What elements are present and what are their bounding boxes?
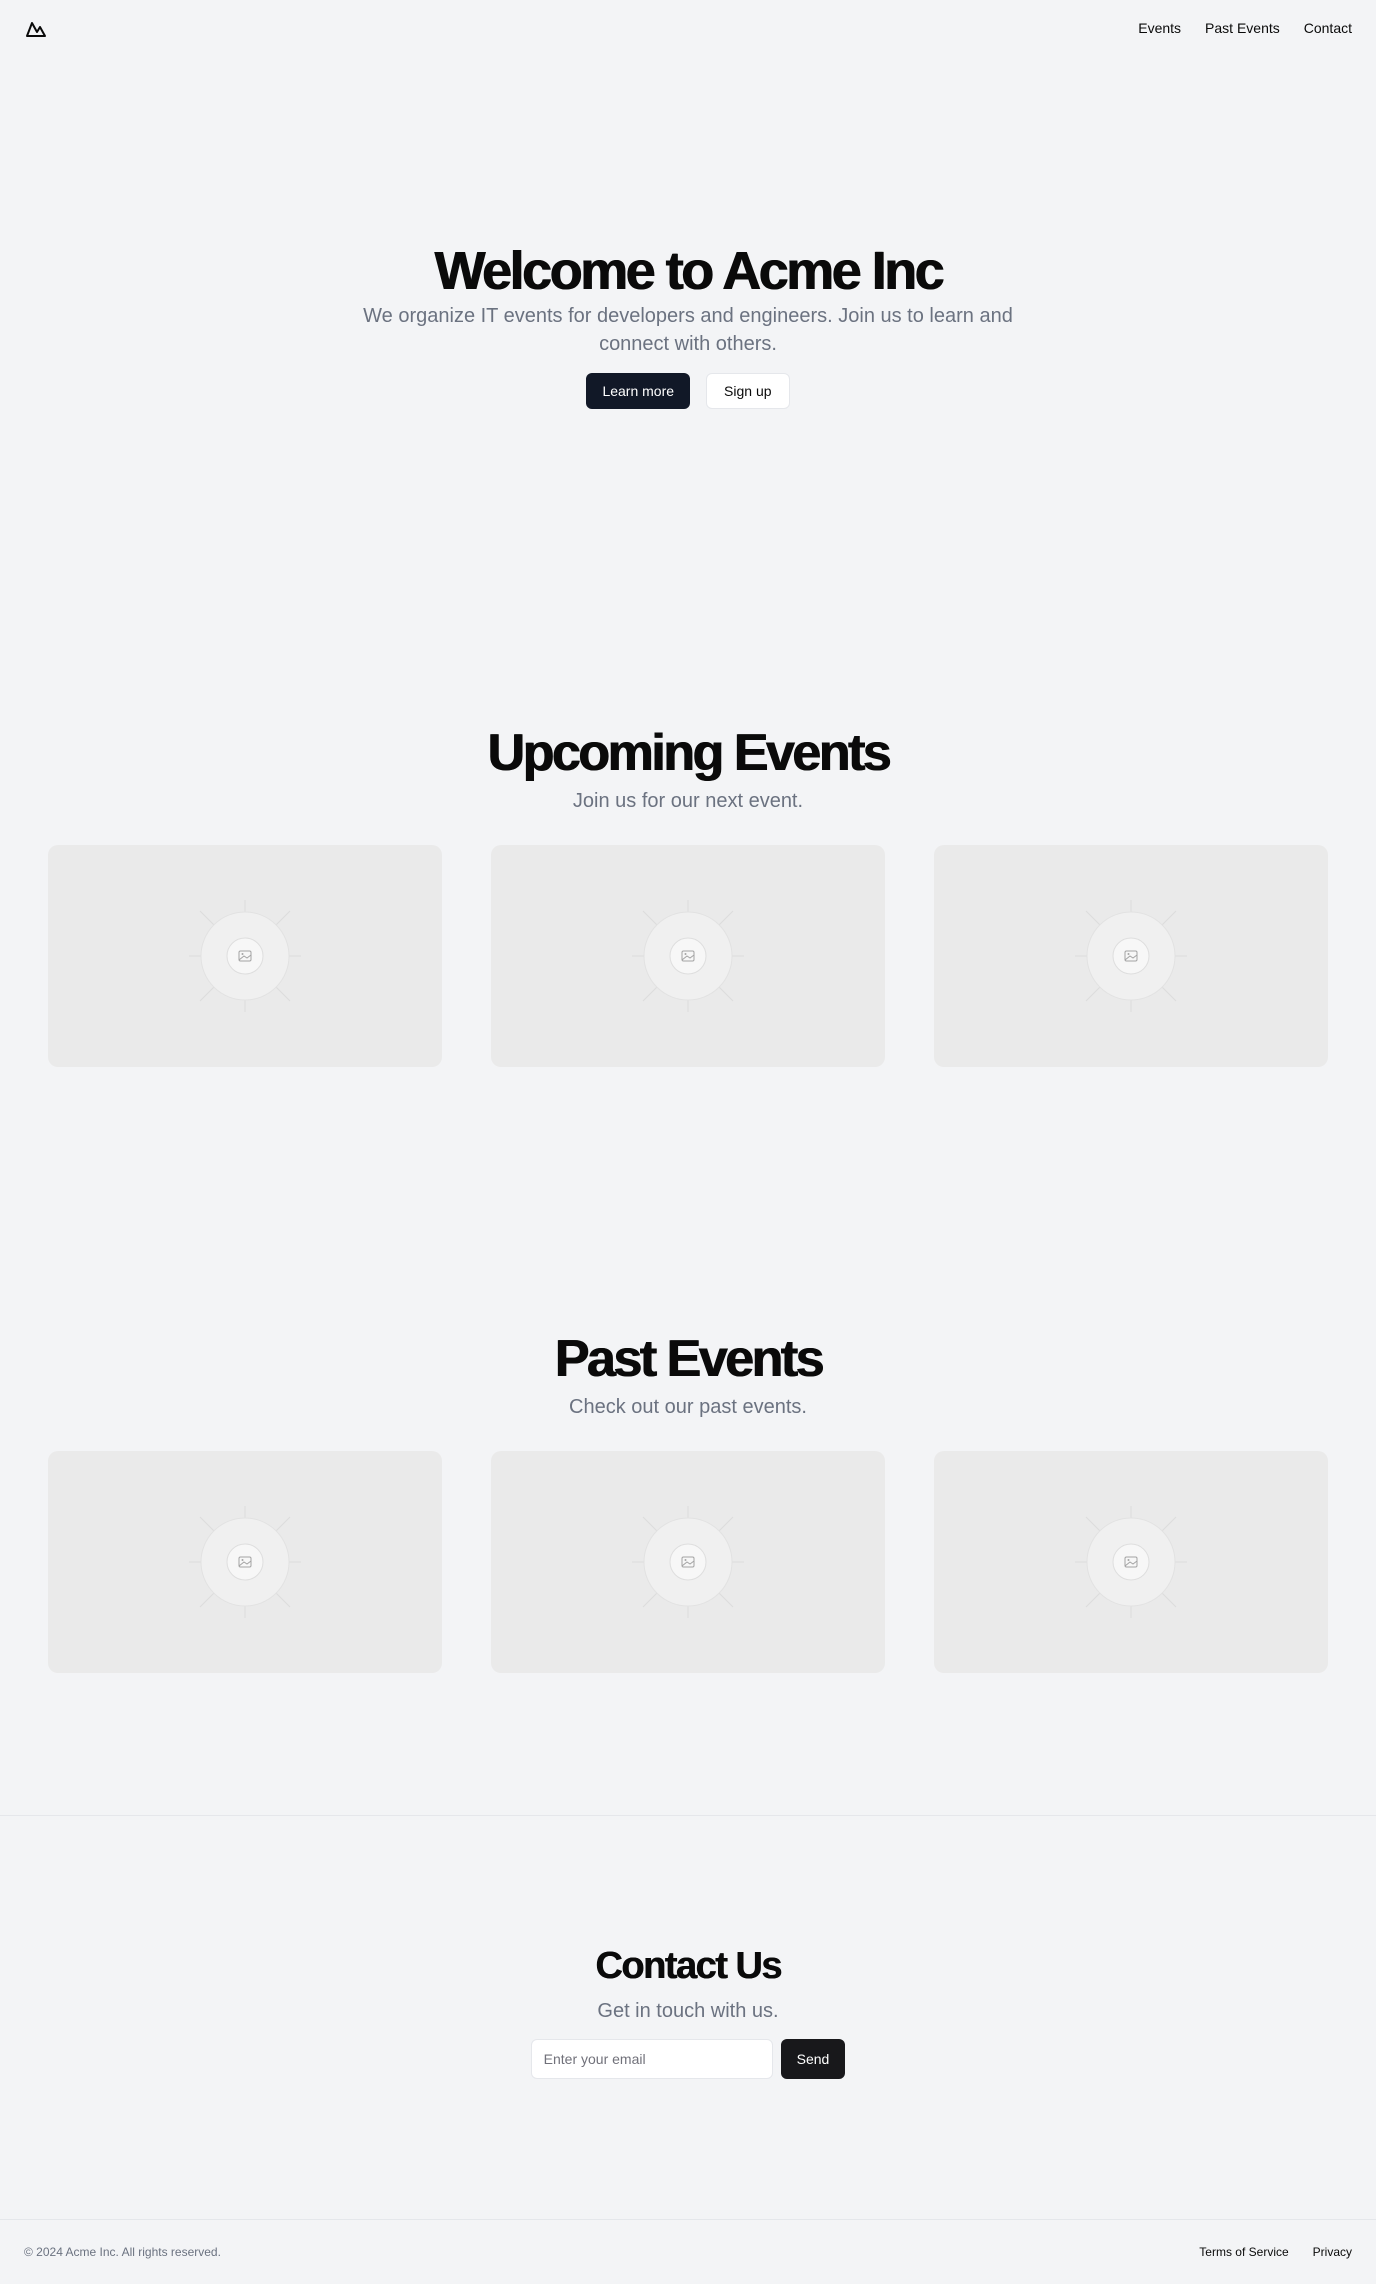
logo-link[interactable] [24, 16, 48, 40]
image-placeholder-icon [632, 900, 744, 1012]
image-placeholder-icon [189, 1506, 301, 1618]
main-nav: Events Past Events Contact [1138, 20, 1352, 36]
image-placeholder-icon [1075, 900, 1187, 1012]
contact-section: Contact Us Get in touch with us. Send [0, 1943, 1376, 2079]
event-card[interactable] [491, 1451, 885, 1673]
send-button[interactable]: Send [780, 2039, 846, 2079]
image-placeholder-icon [1075, 1506, 1187, 1618]
footer-links: Terms of Service Privacy [1199, 2245, 1352, 2259]
event-card[interactable] [48, 1451, 442, 1673]
past-events-title: Past Events [554, 1330, 824, 1388]
privacy-link[interactable]: Privacy [1313, 2245, 1352, 2259]
contact-subtitle: Get in touch with us. [597, 2000, 779, 2022]
learn-more-button[interactable]: Learn more [586, 373, 691, 409]
hero-actions: Learn more Sign up [0, 373, 1376, 409]
mountain-icon [26, 22, 46, 37]
nav-link-past-events[interactable]: Past Events [1205, 20, 1280, 36]
hero-subtitle: We organize IT events for developers and… [363, 305, 1013, 355]
email-input[interactable] [530, 2039, 773, 2079]
event-card[interactable] [491, 845, 885, 1067]
upcoming-events-title: Upcoming Events [487, 724, 891, 782]
upcoming-events-subtitle: Join us for our next event. [572, 790, 804, 812]
section-divider [0, 1815, 1376, 1816]
event-card[interactable] [934, 1451, 1328, 1673]
past-events-grid [0, 1451, 1376, 1673]
past-events-subtitle: Check out our past events. [569, 1396, 807, 1418]
upcoming-events-section: Upcoming Events Join us for our next eve… [0, 723, 1376, 1067]
hero-section: Welcome to Acme Inc We organize IT event… [0, 240, 1376, 409]
site-footer: © 2024 Acme Inc. All rights reserved. Te… [0, 2220, 1376, 2284]
contact-title: Contact Us [595, 1945, 782, 1987]
past-events-section: Past Events Check out our past events. [0, 1329, 1376, 1673]
hero-title: Welcome to Acme Inc [434, 241, 944, 301]
event-card[interactable] [934, 845, 1328, 1067]
image-placeholder-icon [189, 900, 301, 1012]
sign-up-button[interactable]: Sign up [706, 373, 790, 409]
nav-link-contact[interactable]: Contact [1304, 20, 1352, 36]
image-placeholder-icon [632, 1506, 744, 1618]
terms-of-service-link[interactable]: Terms of Service [1199, 2245, 1288, 2259]
copyright-text: © 2024 Acme Inc. All rights reserved. [24, 2245, 221, 2259]
site-header: Events Past Events Contact [0, 0, 1376, 56]
contact-form: Send [0, 2039, 1376, 2079]
event-card[interactable] [48, 845, 442, 1067]
nav-link-events[interactable]: Events [1138, 20, 1181, 36]
upcoming-events-grid [0, 845, 1376, 1067]
